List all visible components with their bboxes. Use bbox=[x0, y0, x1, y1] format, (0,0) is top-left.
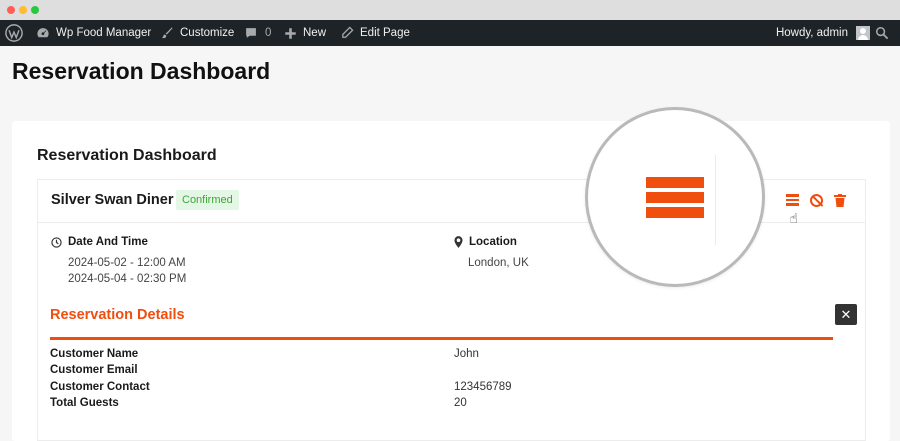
comment-bubble-icon bbox=[246, 28, 256, 38]
clock-icon bbox=[51, 236, 62, 248]
edit-page-label: Edit Page bbox=[360, 27, 410, 39]
dashboard-title: Reservation Dashboard bbox=[37, 147, 217, 164]
restaurant-name: Silver Swan Diner bbox=[51, 192, 174, 208]
search-icon[interactable] bbox=[875, 20, 895, 46]
avatar bbox=[856, 26, 870, 40]
location-value: London, UK bbox=[468, 257, 529, 269]
detail-label: Customer Email bbox=[50, 364, 138, 376]
menu-icon[interactable] bbox=[786, 194, 799, 207]
plus-icon bbox=[285, 27, 296, 39]
date-end: 2024-05-04 - 02:30 PM bbox=[68, 273, 187, 285]
brush-icon bbox=[162, 27, 173, 39]
detail-value: 20 bbox=[454, 397, 467, 409]
zoom-divider bbox=[715, 155, 716, 245]
comments-link[interactable]: 0 bbox=[244, 20, 271, 46]
location-heading: Location bbox=[454, 236, 517, 248]
date-time-label: Date And Time bbox=[68, 236, 148, 248]
date-start: 2024-05-02 - 12:00 AM bbox=[68, 257, 186, 269]
location-label: Location bbox=[469, 236, 517, 248]
detail-row: Total Guests 20 bbox=[50, 397, 830, 413]
window-maximize-dot[interactable] bbox=[31, 6, 39, 14]
zoomed-menu-icon bbox=[646, 177, 704, 222]
zoom-magnifier bbox=[585, 107, 765, 287]
edit-page-link[interactable]: Edit Page bbox=[340, 20, 410, 46]
dashboard-gauge-icon bbox=[37, 28, 49, 38]
site-name-label: Wp Food Manager bbox=[56, 27, 152, 39]
pointer-cursor-icon: ☝ bbox=[789, 210, 798, 226]
detail-row: Customer Contact 123456789 bbox=[50, 381, 830, 397]
page-title: Reservation Dashboard bbox=[12, 58, 271, 84]
detail-label: Total Guests bbox=[50, 397, 119, 409]
detail-row: Customer Name John bbox=[50, 348, 830, 364]
map-pin-icon bbox=[454, 236, 463, 248]
browser-chrome bbox=[0, 0, 900, 21]
detail-value: John bbox=[454, 348, 479, 360]
status-badge: Confirmed bbox=[176, 190, 239, 210]
window-close-dot[interactable] bbox=[7, 6, 15, 14]
new-label: New bbox=[303, 27, 327, 39]
detail-row: Customer Email bbox=[50, 364, 830, 380]
customize-label: Customize bbox=[180, 27, 235, 39]
new-content-link[interactable]: New bbox=[284, 20, 326, 46]
wordpress-logo-icon[interactable] bbox=[5, 20, 29, 46]
detail-value: 123456789 bbox=[454, 381, 512, 393]
reservation-actions bbox=[786, 194, 847, 207]
howdy-label: Howdy, admin bbox=[775, 27, 848, 39]
admin-bar: Wp Food Manager Customize 0 New Edit Pag… bbox=[0, 20, 900, 46]
window-minimize-dot[interactable] bbox=[19, 6, 27, 14]
date-time-heading: Date And Time bbox=[51, 236, 148, 248]
close-icon[interactable]: ✕ bbox=[835, 304, 857, 325]
comments-count: 0 bbox=[265, 27, 272, 39]
detail-label: Customer Contact bbox=[50, 381, 150, 393]
cancel-icon[interactable] bbox=[810, 194, 823, 207]
site-name-link[interactable]: Wp Food Manager bbox=[36, 20, 151, 46]
customize-link[interactable]: Customize bbox=[160, 20, 234, 46]
my-account-link[interactable]: Howdy, admin bbox=[776, 20, 870, 46]
pencil-icon bbox=[342, 26, 354, 38]
reservation-details-title: Reservation Details bbox=[50, 307, 185, 323]
detail-label: Customer Name bbox=[50, 348, 139, 360]
trash-icon[interactable] bbox=[834, 194, 847, 207]
details-divider bbox=[50, 337, 833, 340]
